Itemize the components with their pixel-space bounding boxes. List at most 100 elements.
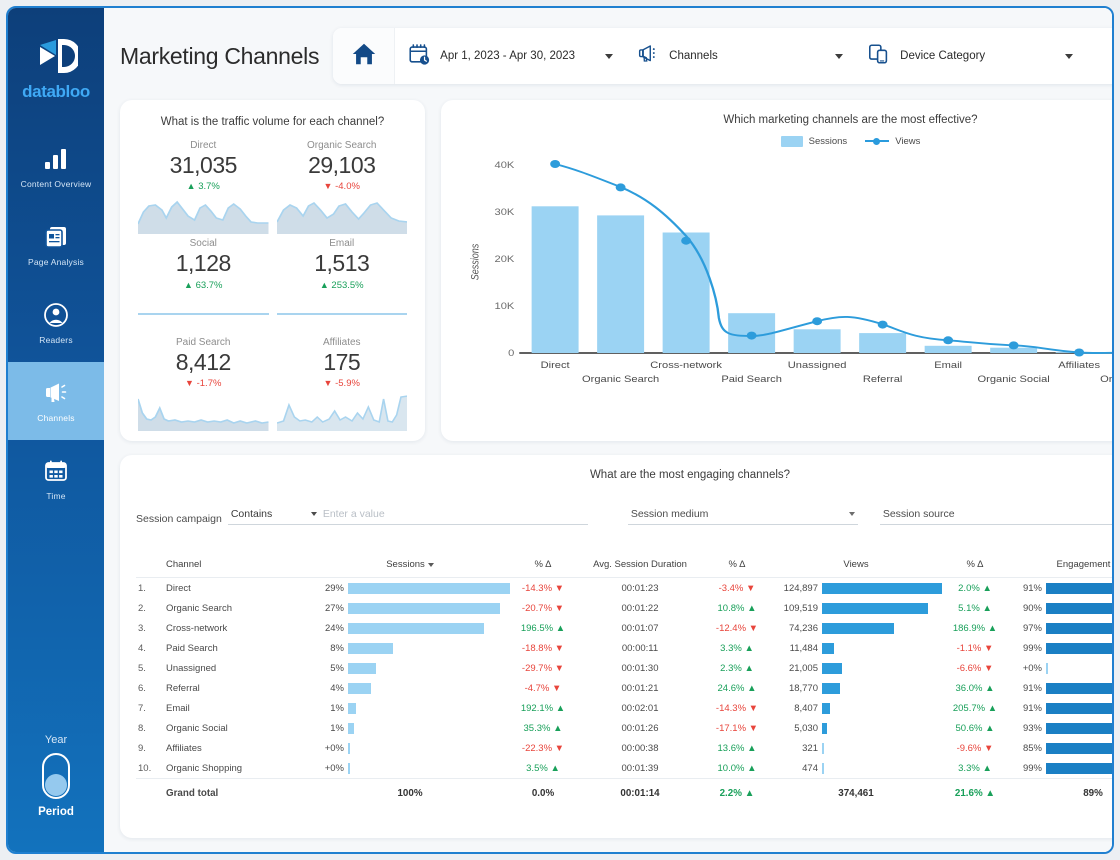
row-duration: 00:01:39 — [621, 762, 659, 774]
row-duration-delta: -12.4% ▼ — [715, 622, 759, 634]
table-body: 1. Direct 29% -14.3% ▼ 00:01:23 -3.4% ▼ 124,89… — [136, 578, 1112, 779]
row-engagement-bar: 99% — [1008, 638, 1112, 658]
col-engagement-rate[interactable]: Engagement rate — [1008, 553, 1112, 579]
col-sessions-delta[interactable]: % Δ — [510, 553, 576, 579]
sidebar-item-label: Content Overview — [20, 178, 92, 189]
sidebar-item-label: Readers — [39, 334, 73, 345]
campaign-operator-select[interactable]: Contains — [227, 508, 320, 526]
gt-index — [136, 778, 162, 803]
row-engagement-bar: 99% — [1008, 758, 1112, 779]
databloo-logo-icon — [34, 34, 81, 78]
table-row[interactable]: 8. Organic Social 1% 35.3% ▲ 00:01:26 -17.1% … — [136, 718, 1112, 738]
col-views[interactable]: Views — [770, 553, 942, 579]
chevron-down-icon[interactable] — [835, 53, 844, 59]
kpi-social[interactable]: Social 1,128 ▲ 63.7% — [134, 234, 273, 332]
sidebar-item-time[interactable]: Time — [8, 440, 104, 518]
sidebar-item-content-overview[interactable]: Content Overview — [8, 128, 104, 206]
main-content: Marketing Channels Apr 1, 2023 - Apr 30,… — [104, 8, 1114, 852]
brand-logo: databloo — [8, 8, 104, 102]
kpi-label: Paid Search — [176, 336, 231, 348]
device-category-control[interactable]: Device Category — [855, 28, 1085, 84]
toggle-knob[interactable] — [45, 774, 67, 796]
gt-duration: 00:01:14 — [576, 778, 704, 803]
table-row[interactable]: 10. Organic Shopping +0% 3.5% ▲ 00:01:39 10.0… — [136, 758, 1112, 779]
row-sessions-delta: 3.5% ▲ — [526, 762, 560, 774]
home-button[interactable] — [333, 28, 396, 84]
chevron-down-icon[interactable] — [605, 53, 614, 59]
chart-card-title: Which marketing channels are the most ef… — [723, 114, 978, 126]
svg-text:Sessions: Sessions — [470, 244, 482, 280]
kpi-organic-search[interactable]: Organic Search 29,103 ▼ -4.0% — [273, 136, 412, 235]
table-row[interactable]: 1. Direct 29% -14.3% ▼ 00:01:23 -3.4% ▼ 124,89… — [136, 578, 1112, 599]
kpi-email[interactable]: Email 1,513 ▲ 253.5% — [273, 234, 412, 332]
control-bar: Apr 1, 2023 - Apr 30, 2023 Channels Devi… — [333, 28, 1112, 84]
campaign-value-input[interactable]: Enter a value — [319, 508, 588, 526]
table-row[interactable]: 7. Email 1% 192.1% ▲ 00:02:01 -14.3% ▼ 8,407 20… — [136, 698, 1112, 718]
calendar-clock-icon — [407, 42, 431, 71]
kpi-affiliates[interactable]: Affiliates 175 ▼ -5.9% — [273, 333, 412, 432]
gt-duration-delta: 2.2% ▲ — [704, 778, 770, 803]
col-avg-session-duration[interactable]: Avg. Session Duration — [576, 553, 704, 579]
channels-filter-control[interactable]: Channels — [625, 28, 855, 84]
gt-views-delta: 21.6% ▲ — [942, 778, 1008, 803]
campaign-operator-value: Contains — [230, 508, 273, 521]
table-row[interactable]: 4. Paid Search 8% -18.8% ▼ 00:00:11 3.3% ▲ 11,… — [136, 638, 1112, 658]
svg-text:Affiliates: Affiliates — [1058, 361, 1100, 371]
table-row[interactable]: 2. Organic Search 27% -20.7% ▼ 00:01:22 10.8%… — [136, 598, 1112, 618]
row-channel: Organic Social — [166, 722, 228, 734]
period-toggle[interactable]: Year Period — [8, 734, 104, 818]
kpi-paid-search[interactable]: Paid Search 8,412 ▼ -1.7% — [134, 333, 273, 432]
legend-item-views[interactable]: Views — [865, 136, 920, 147]
sidebar-item-page-analysis[interactable]: Page Analysis — [8, 206, 104, 284]
date-range-control[interactable]: Apr 1, 2023 - Apr 30, 2023 — [395, 28, 625, 84]
session-source-filter[interactable]: Session source — [879, 508, 1112, 526]
session-medium-filter[interactable]: Session medium — [627, 508, 858, 526]
col-duration-delta[interactable]: % Δ — [704, 553, 770, 579]
table-row[interactable]: 6. Referral 4% -4.7% ▼ 00:01:21 24.6% ▲ 18,770… — [136, 678, 1112, 698]
sidebar-item-readers[interactable]: Readers — [8, 284, 104, 362]
kpi-value: 175 — [323, 348, 361, 375]
effectiveness-chart-card: Which marketing channels are the most ef… — [441, 100, 1114, 442]
row-sessions-bar: 5% — [310, 658, 510, 678]
col-views-delta[interactable]: % Δ — [942, 553, 1008, 579]
date-range-label: Apr 1, 2023 - Apr 30, 2023 — [440, 50, 576, 62]
sidebar-item-label: Channels — [37, 412, 75, 423]
row-sessions-delta: -29.7% ▼ — [521, 662, 565, 674]
table-row[interactable]: 5. Unassigned 5% -29.7% ▼ 00:01:30 2.3% ▲ 21,0… — [136, 658, 1112, 678]
row-duration-delta: 10.0% ▲ — [717, 762, 757, 774]
row-sessions-bar: 1% — [310, 698, 510, 718]
sidebar-nav: Content Overview Page Analysis Readers C… — [8, 128, 104, 518]
kpi-value: 1,513 — [314, 250, 370, 277]
legend-item-sessions[interactable]: Sessions — [780, 135, 847, 147]
table-row[interactable]: 9. Affiliates +0% -22.3% ▼ 00:00:38 13.6% ▲ 32… — [136, 738, 1112, 758]
row-duration-delta: -17.1% ▼ — [715, 722, 759, 734]
session-campaign-label: Session campaign — [136, 513, 222, 526]
sparkline — [275, 196, 408, 235]
col-sessions[interactable]: Sessions — [310, 553, 510, 579]
session-source-label: Session source — [882, 508, 955, 521]
table-row[interactable]: 3. Cross-network 24% 196.5% ▲ 00:01:07 -12.4%… — [136, 618, 1112, 638]
gt-views: 374,461 — [770, 778, 942, 803]
toggle-track[interactable] — [42, 753, 70, 799]
kpi-value: 1,128 — [175, 250, 232, 277]
channels-table: Channel Sessions % Δ Avg. Session Durati… — [136, 553, 1112, 803]
sessions-views-combo-chart[interactable]: 40K 30K 20K 10K 0 Sessions 125K 100K 75K… — [455, 148, 1114, 400]
row-index: 6. — [138, 682, 146, 694]
row-sessions-bar: +0% — [310, 758, 510, 779]
col-channel[interactable]: Channel — [162, 553, 310, 579]
row-channel: Email — [166, 702, 190, 714]
chart-legend: Sessions Views — [455, 134, 1112, 148]
kpi-direct[interactable]: Direct 31,035 ▲ 3.7% — [134, 136, 273, 235]
kpi-delta: ▲ 253.5% — [319, 279, 364, 291]
gt-sessions: 100% — [310, 778, 510, 803]
row-engagement-bar: 85% — [1008, 738, 1112, 758]
svg-text:0: 0 — [508, 349, 515, 359]
svg-text:Paid Search: Paid Search — [721, 375, 782, 385]
sidebar-item-channels[interactable]: Channels — [8, 362, 104, 440]
row-channel: Referral — [166, 682, 200, 694]
row-views-bar: 11,484 — [770, 638, 942, 658]
kpi-label: Direct — [190, 140, 217, 151]
chevron-down-icon[interactable] — [1065, 53, 1074, 59]
svg-text:Organic Search: Organic Search — [582, 375, 659, 385]
row-sessions-delta: 196.5% ▲ — [520, 622, 566, 634]
